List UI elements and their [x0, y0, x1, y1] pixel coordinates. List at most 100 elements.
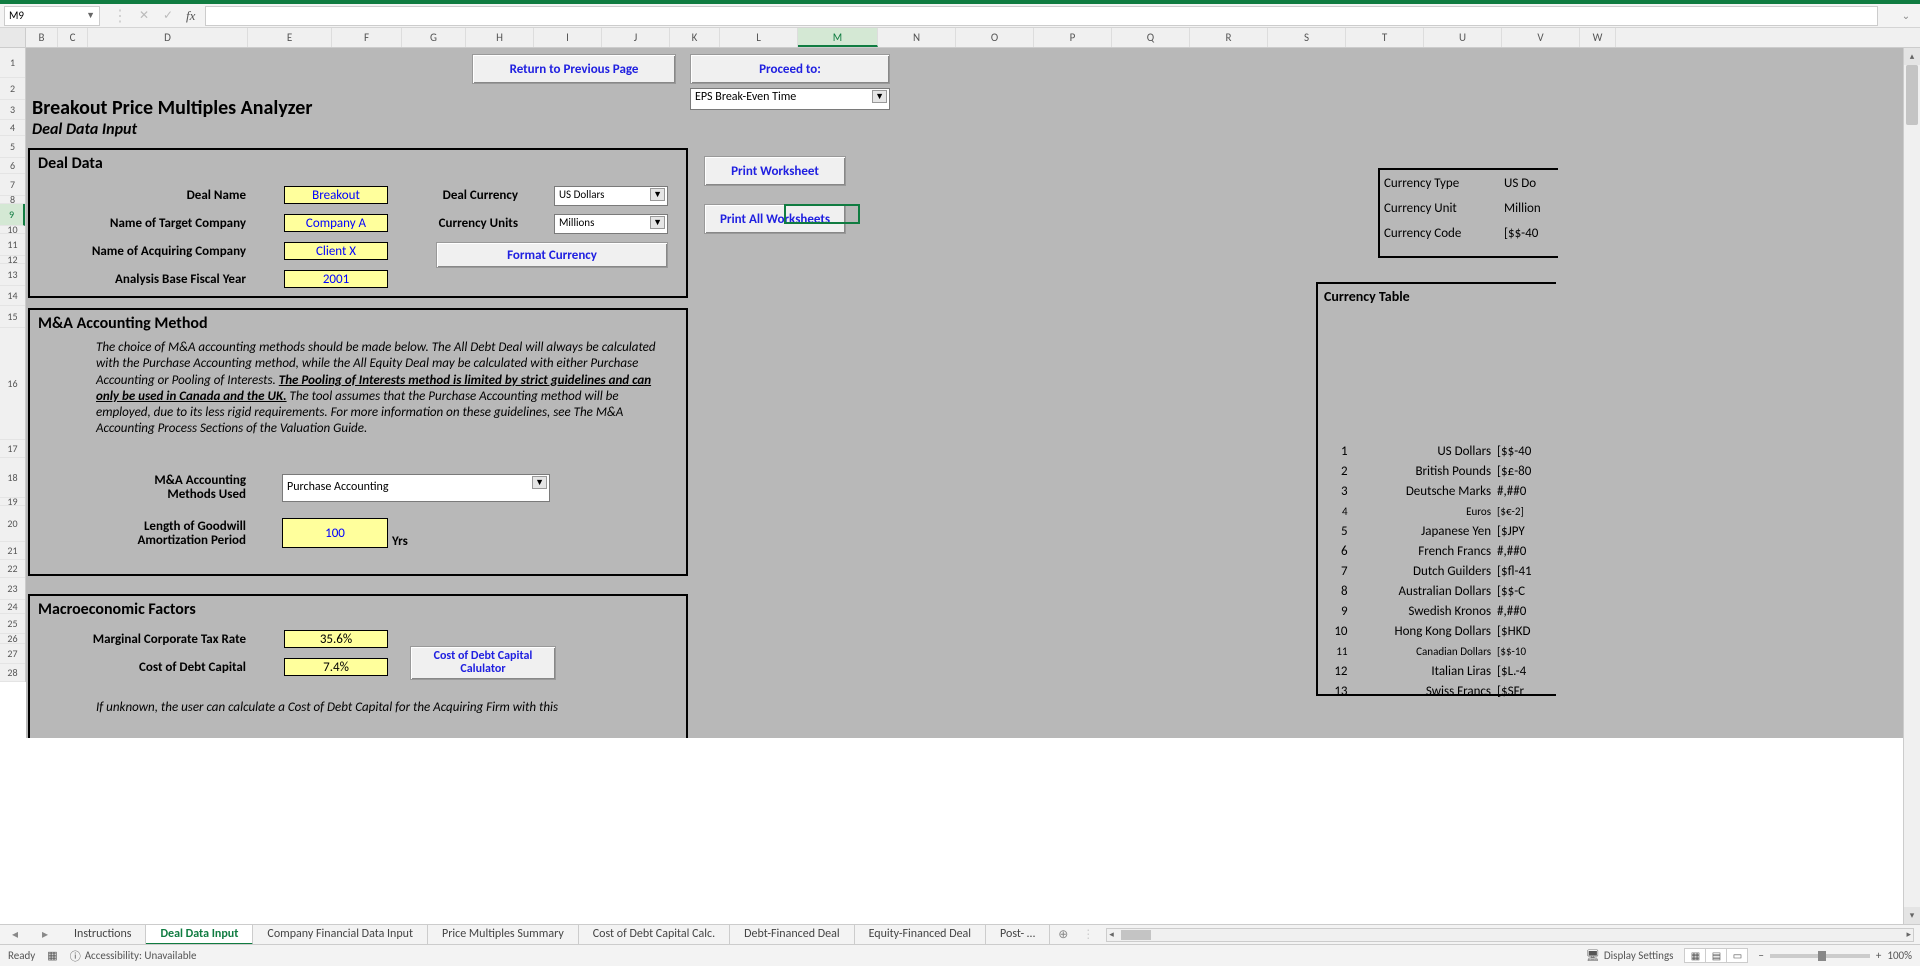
target-input[interactable]: Company A	[284, 214, 388, 232]
row-header-14[interactable]: 14	[0, 286, 25, 306]
col-header-O[interactable]: O	[956, 28, 1034, 47]
select-all-corner[interactable]	[0, 28, 26, 47]
page-break-icon[interactable]: ▭	[1726, 948, 1748, 963]
row-header-27[interactable]: 27	[0, 644, 25, 664]
row-header-6[interactable]: 6	[0, 158, 25, 174]
row-header-19[interactable]: 19	[0, 498, 25, 506]
col-header-F[interactable]: F	[332, 28, 402, 47]
currency-units-select[interactable]: Millions	[554, 214, 668, 234]
chevron-down-icon[interactable]: ▼	[86, 10, 95, 21]
name-box[interactable]: M9 ▼	[4, 6, 100, 26]
row-header-28[interactable]: 28	[0, 664, 25, 682]
row-header-17[interactable]: 17	[0, 440, 25, 458]
return-previous-button[interactable]: Return to Previous Page	[472, 54, 676, 84]
row-header-12[interactable]: 12	[0, 256, 25, 264]
hscroll-thumb[interactable]	[1121, 930, 1151, 940]
print-worksheet-button[interactable]: Print Worksheet	[704, 156, 846, 186]
row-header-20[interactable]: 20	[0, 506, 25, 542]
zoom-control[interactable]: − + 100%	[1758, 949, 1912, 962]
zoom-in-icon[interactable]: +	[1876, 949, 1881, 962]
sheet-tab[interactable]: Debt-Financed Deal	[730, 925, 854, 945]
col-header-E[interactable]: E	[248, 28, 332, 47]
format-currency-button[interactable]: Format Currency	[436, 242, 668, 268]
row-header-13[interactable]: 13	[0, 264, 25, 286]
scroll-thumb[interactable]	[1906, 65, 1918, 125]
fx-icon[interactable]: fx	[180, 8, 201, 24]
normal-view-icon[interactable]: ▦	[1684, 948, 1706, 963]
ma-method-select[interactable]: Purchase Accounting	[282, 474, 550, 502]
sheet-tab[interactable]: Cost of Debt Capital Calc.	[579, 925, 730, 945]
display-settings[interactable]: Display Settings	[1604, 949, 1674, 962]
col-header-N[interactable]: N	[878, 28, 956, 47]
accessibility-icon[interactable]: ⓘ	[70, 948, 81, 964]
row-header-22[interactable]: 22	[0, 560, 25, 578]
row-header-26[interactable]: 26	[0, 634, 25, 644]
cost-debt-input[interactable]: 7.4%	[284, 658, 388, 676]
col-header-Q[interactable]: Q	[1112, 28, 1190, 47]
row-header-24[interactable]: 24	[0, 600, 25, 614]
col-header-U[interactable]: U	[1424, 28, 1502, 47]
col-header-L[interactable]: L	[720, 28, 798, 47]
row-header-10[interactable]: 10	[0, 226, 25, 234]
row-header-21[interactable]: 21	[0, 542, 25, 560]
scroll-up-icon[interactable]: ▴	[1904, 48, 1920, 65]
row-header-4[interactable]: 4	[0, 120, 25, 136]
row-header-3[interactable]: 3	[0, 100, 25, 120]
view-buttons[interactable]: ▦▤▭	[1685, 948, 1748, 963]
col-header-P[interactable]: P	[1034, 28, 1112, 47]
col-header-D[interactable]: D	[88, 28, 248, 47]
proceed-dest-select[interactable]: EPS Break-Even Time	[690, 88, 890, 110]
zoom-out-icon[interactable]: −	[1758, 949, 1763, 962]
sheet-tab[interactable]: Instructions	[60, 925, 146, 945]
row-header-23[interactable]: 23	[0, 578, 25, 600]
row-header-16[interactable]: 16	[0, 328, 25, 440]
col-header-K[interactable]: K	[670, 28, 720, 47]
sheet-tab[interactable]: Company Financial Data Input	[253, 925, 428, 945]
col-header-S[interactable]: S	[1268, 28, 1346, 47]
formula-input[interactable]	[205, 6, 1878, 26]
zoom-slider[interactable]	[1770, 954, 1870, 958]
add-sheet-icon[interactable]: ⊕	[1050, 927, 1076, 942]
row-header-5[interactable]: 5	[0, 136, 25, 158]
expand-formula-icon[interactable]: ⌄	[1898, 9, 1914, 22]
tab-nav[interactable]: ◂▸	[0, 927, 60, 942]
horizontal-scrollbar[interactable]: ◂ ▸	[1106, 928, 1914, 942]
page-subtitle: Deal Data Input	[32, 120, 137, 139]
col-header-J[interactable]: J	[602, 28, 670, 47]
row-header-25[interactable]: 25	[0, 614, 25, 634]
sheet-tab[interactable]: Deal Data Input	[146, 925, 253, 945]
col-header-I[interactable]: I	[534, 28, 602, 47]
row-header-2[interactable]: 2	[0, 78, 25, 100]
row-header-8[interactable]: 8	[0, 196, 25, 204]
col-header-V[interactable]: V	[1502, 28, 1580, 47]
row-header-1[interactable]: 1	[0, 48, 25, 78]
vertical-scrollbar[interactable]: ▴ ▾	[1903, 48, 1920, 924]
macro-record-icon[interactable]: ▦	[47, 949, 57, 962]
tax-rate-input[interactable]: 35.6%	[284, 630, 388, 648]
print-all-button[interactable]: Print All Worksheets	[704, 204, 846, 234]
name-box-value: M9	[9, 9, 24, 22]
proceed-to-button[interactable]: Proceed to:	[690, 54, 890, 84]
goodwill-input[interactable]: 100	[282, 518, 388, 548]
col-header-G[interactable]: G	[402, 28, 466, 47]
display-settings-icon[interactable]: 🖥	[1586, 949, 1600, 962]
sheet-tab[interactable]: Post- …	[986, 925, 1050, 945]
col-header-T[interactable]: T	[1346, 28, 1424, 47]
cost-debt-calc-button[interactable]: Cost of Debt Capital Calulator	[410, 646, 556, 680]
acquirer-input[interactable]: Client X	[284, 242, 388, 260]
col-header-C[interactable]: C	[58, 28, 88, 47]
col-header-R[interactable]: R	[1190, 28, 1268, 47]
base-year-input[interactable]: 2001	[284, 270, 388, 288]
col-header-B[interactable]: B	[26, 28, 58, 47]
deal-currency-select[interactable]: US Dollars	[554, 186, 668, 206]
row-header-18[interactable]: 18	[0, 458, 25, 498]
row-header-15[interactable]: 15	[0, 306, 25, 328]
col-header-W[interactable]: W	[1580, 28, 1616, 47]
sheet-tab[interactable]: Price Multiples Summary	[428, 925, 579, 945]
col-header-H[interactable]: H	[466, 28, 534, 47]
deal-name-input[interactable]: Breakout	[284, 186, 388, 204]
scroll-down-icon[interactable]: ▾	[1904, 907, 1920, 924]
page-layout-icon[interactable]: ▤	[1705, 948, 1727, 963]
col-header-M[interactable]: M	[798, 28, 878, 47]
sheet-tab[interactable]: Equity-Financed Deal	[855, 925, 986, 945]
